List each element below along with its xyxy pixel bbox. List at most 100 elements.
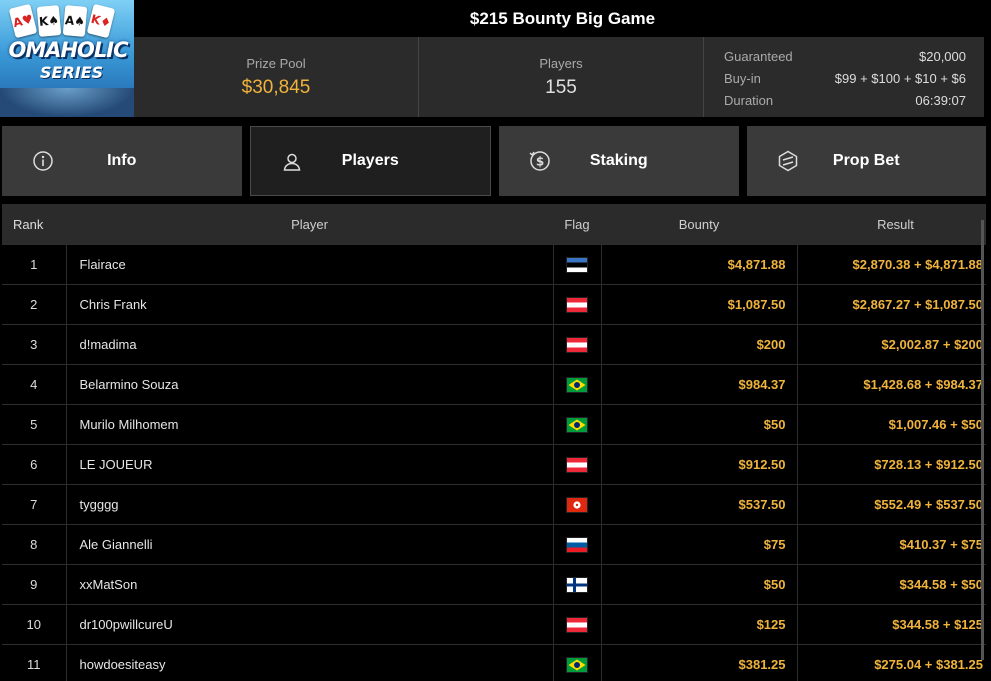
flag-cell	[552, 604, 601, 645]
result-cell: $344.58 + $125	[796, 604, 986, 645]
rank-cell: 2	[2, 284, 66, 325]
hong-kong-flag-icon	[566, 496, 588, 513]
flag-cell	[552, 524, 601, 565]
table-row[interactable]: 7 tygggg $537.50 $552.49 + $537.50	[2, 484, 986, 525]
detail-buy-in: Buy-in $99 + $100 + $10 + $6	[724, 67, 966, 89]
detail-value: $20,000	[919, 48, 966, 64]
players-stat: Players 155	[418, 37, 703, 117]
bounty-cell: $4,871.88	[600, 244, 797, 285]
bounty-cell: $75	[600, 524, 797, 565]
logo-series-text: SERIES	[40, 63, 104, 82]
table-header-row: Rank Player Flag Bounty Result	[2, 204, 986, 245]
column-header-player[interactable]: Player	[66, 204, 553, 245]
rank-cell: 10	[2, 604, 66, 645]
player-name-cell[interactable]: Murilo Milhomem	[65, 404, 553, 445]
rank-cell: 3	[2, 324, 66, 365]
austria-flag-icon	[566, 336, 588, 353]
rank-cell: 11	[2, 644, 66, 681]
rank-cell: 6	[2, 444, 66, 485]
bounty-cell: $200	[600, 324, 797, 365]
table-row[interactable]: 9 xxMatSon $50 $344.58 + $50	[2, 564, 986, 605]
rank-cell: 9	[2, 564, 66, 605]
rank-cell: 1	[2, 244, 66, 285]
players-value: 155	[545, 76, 577, 98]
detail-label: Guaranteed	[724, 48, 793, 64]
playing-card-icon: K♠	[36, 5, 62, 37]
dollar-coin-icon: $	[529, 151, 550, 171]
tournament-stats-panel: Prize Pool $30,845 Players 155 Guarantee…	[134, 37, 984, 117]
result-cell: $1,007.46 + $50	[796, 404, 986, 445]
flag-cell	[552, 564, 601, 605]
bounty-cell: $1,087.50	[600, 284, 797, 325]
prize-pool-label: Prize Pool	[246, 55, 306, 71]
tournament-title: $215 Bounty Big Game	[134, 0, 991, 37]
player-name-cell[interactable]: dr100pwillcureU	[65, 604, 553, 645]
playing-card-icon: A♠	[62, 5, 88, 37]
table-row[interactable]: 10 dr100pwillcureU $125 $344.58 + $125	[2, 604, 986, 645]
austria-flag-icon	[566, 296, 588, 313]
bounty-cell: $125	[600, 604, 797, 645]
player-name-cell[interactable]: xxMatSon	[65, 564, 553, 605]
result-cell: $1,428.68 + $984.37	[796, 364, 986, 405]
playing-card-icon: A♥	[8, 3, 38, 39]
flag-cell	[552, 244, 601, 285]
player-name-cell[interactable]: Ale Giannelli	[65, 524, 553, 565]
player-name-cell[interactable]: tygggg	[65, 484, 553, 525]
table-row[interactable]: 8 Ale Giannelli $75 $410.37 + $75	[2, 524, 986, 565]
players-table: Rank Player Flag Bounty Result 1 Flairace…	[2, 204, 986, 681]
playing-card-icon: K♦	[86, 3, 116, 39]
table-row[interactable]: 3 d!madima $200 $2,002.87 + $200	[2, 324, 986, 365]
player-name-cell[interactable]: d!madima	[65, 324, 553, 365]
logo-brand-text: OMAHOLIC	[8, 38, 128, 62]
logo-base	[0, 88, 134, 117]
tab-info[interactable]: Info	[2, 126, 242, 196]
table-row[interactable]: 11 howdoesiteasy $381.25 $275.04 + $381.25	[2, 644, 986, 681]
result-cell: $344.58 + $50	[796, 564, 986, 605]
detail-label: Duration	[724, 92, 774, 108]
slovenia-flag-icon	[566, 536, 588, 553]
player-name-cell[interactable]: howdoesiteasy	[65, 644, 553, 681]
bounty-cell: $50	[600, 404, 797, 445]
tab-players[interactable]: Players	[249, 126, 491, 196]
flag-cell	[552, 324, 601, 365]
tab-prop-bet[interactable]: Prop Bet	[746, 126, 986, 196]
flag-cell	[552, 284, 601, 325]
players-label: Players	[539, 55, 583, 71]
tab-bar: Info Players $ Staking Prop Bet	[2, 126, 986, 196]
tab-staking[interactable]: $ Staking	[499, 126, 739, 196]
column-header-bounty[interactable]: Bounty	[601, 204, 797, 245]
table-row[interactable]: 1 Flairace $4,871.88 $2,870.38 + $4,871.88	[2, 244, 986, 285]
flag-cell	[552, 364, 601, 405]
info-icon	[33, 151, 53, 171]
detail-guaranteed: Guaranteed $20,000	[724, 45, 966, 67]
omaholic-series-logo: A♥ K♠ A♠ K♦ OMAHOLIC SERIES	[0, 0, 134, 117]
brazil-flag-icon	[566, 376, 588, 393]
bounty-cell: $381.25	[600, 644, 797, 681]
table-row[interactable]: 6 LE JOUEUR $912.50 $728.13 + $912.50	[2, 444, 986, 485]
player-name-cell[interactable]: Chris Frank	[65, 284, 553, 325]
table-scrollbar[interactable]	[981, 220, 984, 660]
player-name-cell[interactable]: Belarmino Souza	[65, 364, 553, 405]
players-table-container[interactable]: Rank Player Flag Bounty Result 1 Flairace…	[2, 204, 986, 681]
player-name-cell[interactable]: Flairace	[65, 244, 553, 285]
result-cell: $2,870.38 + $4,871.88	[796, 244, 986, 285]
detail-value: 06:39:07	[915, 92, 966, 108]
rank-cell: 5	[2, 404, 66, 445]
column-header-result[interactable]: Result	[797, 204, 986, 245]
detail-label: Buy-in	[724, 70, 761, 86]
finland-flag-icon	[566, 576, 588, 593]
estonia-flag-icon	[566, 256, 588, 273]
table-row[interactable]: 5 Murilo Milhomem $50 $1,007.46 + $50	[2, 404, 986, 445]
flag-cell	[552, 404, 601, 445]
bounty-cell: $984.37	[600, 364, 797, 405]
player-name-cell[interactable]: LE JOUEUR	[65, 444, 553, 485]
column-header-flag[interactable]: Flag	[553, 204, 601, 245]
bounty-cell: $912.50	[600, 444, 797, 485]
flag-cell	[552, 644, 601, 681]
result-cell: $2,002.87 + $200	[796, 324, 986, 365]
table-row[interactable]: 2 Chris Frank $1,087.50 $2,867.27 + $1,087.…	[2, 284, 986, 325]
column-header-rank[interactable]: Rank	[2, 204, 66, 245]
rank-cell: 7	[2, 484, 66, 525]
table-row[interactable]: 4 Belarmino Souza $984.37 $1,428.68 + $984.…	[2, 364, 986, 405]
austria-flag-icon	[566, 456, 588, 473]
